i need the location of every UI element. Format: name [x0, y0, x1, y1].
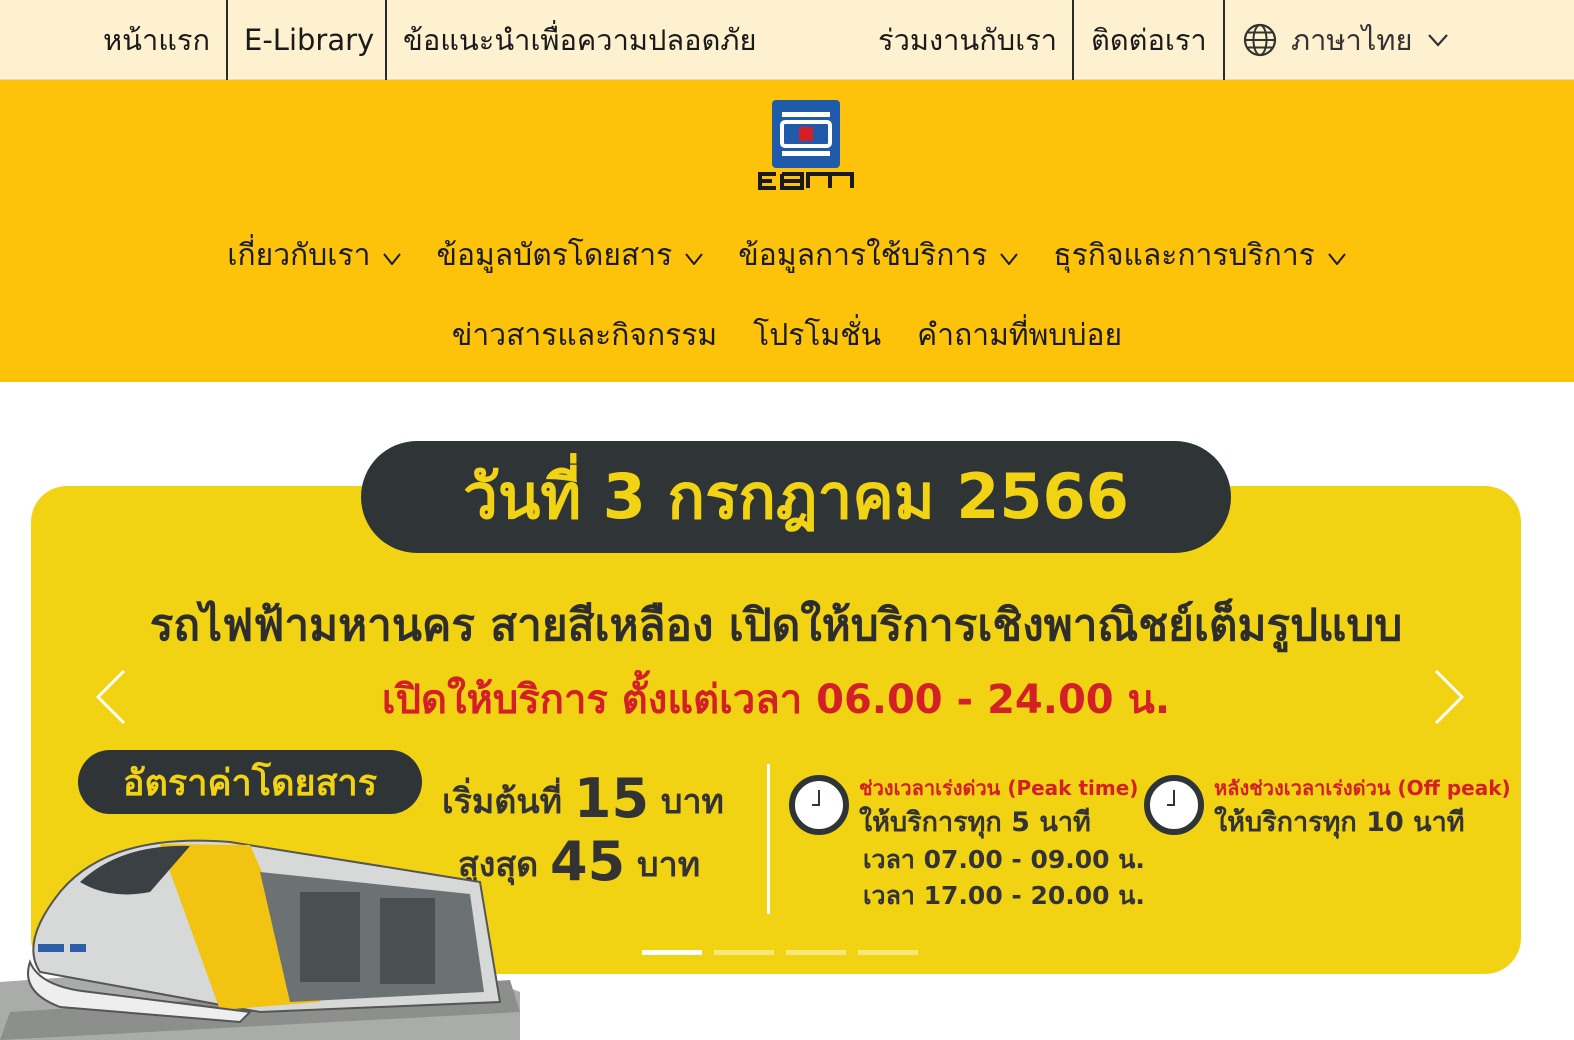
divider [226, 0, 228, 80]
nav-service-info-label: ข้อมูลการใช้บริการ [738, 238, 988, 273]
globe-icon [1243, 23, 1277, 57]
elibrary-link[interactable]: E-Library [244, 0, 374, 80]
contact-link[interactable]: ติดต่อเรา [1091, 0, 1207, 80]
nav-news[interactable]: ข่าวสารและกิจกรรม [452, 312, 717, 359]
nav-faq[interactable]: คำถามที่พบบ่อย [917, 312, 1122, 359]
main-nav-primary: เกี่ยวกับเรา ข้อมูลบัตรโดยสาร ข้อมูลการใ… [0, 232, 1574, 279]
nav-about[interactable]: เกี่ยวกับเรา [227, 232, 402, 279]
nav-fare-card-label: ข้อมูลบัตรโดยสาร [436, 238, 673, 273]
nav-business-label: ธุรกิจและการบริการ [1053, 238, 1315, 273]
fare-max-value: 45 [550, 830, 626, 893]
language-selector[interactable]: ภาษาไทย [1243, 0, 1449, 80]
fare-label: อัตราค่าโดยสาร [78, 750, 422, 814]
chevron-left-icon[interactable] [94, 668, 128, 726]
fare-start-value: 15 [573, 767, 650, 830]
train-illustration [0, 839, 520, 1040]
fare-currency: บาท [660, 782, 724, 822]
banner-date: วันที่ 3 กรกฎาคม 2566 [361, 441, 1231, 553]
nav-fare-card[interactable]: ข้อมูลบัตรโดยสาร [436, 232, 704, 279]
hero-carousel: วันที่ 3 กรกฎาคม 2566 รถไฟฟ้ามหานคร สายส… [0, 382, 1574, 1040]
peak-time-morning: เวลา 07.00 - 09.00 น. [863, 845, 1145, 874]
clock-icon [789, 775, 849, 835]
divider [767, 764, 770, 914]
chevron-down-icon [383, 252, 402, 265]
divider [385, 0, 387, 80]
safety-link[interactable]: ข้อแนะนำเพื่อความปลอดภัย [403, 0, 757, 80]
chevron-down-icon [1328, 252, 1346, 265]
nav-business[interactable]: ธุรกิจและการบริการ [1053, 232, 1346, 279]
language-label: ภาษาไทย [1291, 23, 1413, 57]
chevron-down-icon [685, 252, 704, 265]
offpeak-frequency: ให้บริการทุก 10 นาที [1214, 807, 1465, 838]
chevron-down-icon [1427, 34, 1448, 47]
main-nav-secondary: ข่าวสารและกิจกรรม โปรโมชั่น คำถามที่พบบ่… [0, 312, 1574, 359]
careers-link[interactable]: ร่วมงานกับเรา [878, 0, 1057, 80]
banner-hours: เปิดให้บริการ ตั้งแต่เวลา 06.00 - 24.00 … [381, 677, 1171, 723]
carousel-dot-3[interactable] [786, 950, 846, 955]
nav-service-info[interactable]: ข้อมูลการใช้บริการ [738, 232, 1019, 279]
chevron-down-icon [1000, 252, 1019, 265]
main-header: เกี่ยวกับเรา ข้อมูลบัตรโดยสาร ข้อมูลการใ… [0, 80, 1574, 382]
clock-icon [1144, 775, 1204, 835]
ebm-logo[interactable] [758, 98, 856, 190]
divider [1223, 0, 1225, 80]
peak-time-evening: เวลา 17.00 - 20.00 น. [863, 881, 1145, 910]
carousel-dot-1[interactable] [642, 950, 702, 955]
utility-bar: หน้าแรก E-Library ข้อแนะนำเพื่อความปลอดภ… [0, 0, 1574, 80]
chevron-right-icon[interactable] [1432, 668, 1466, 726]
nav-promotions[interactable]: โปรโมชั่น [753, 312, 881, 359]
fare-currency: บาท [637, 845, 701, 885]
divider [1072, 0, 1074, 80]
home-link[interactable]: หน้าแรก [103, 0, 210, 80]
banner-headline: รถไฟฟ้ามหานคร สายสีเหลือง เปิดให้บริการเ… [149, 600, 1403, 651]
carousel-dot-2[interactable] [714, 950, 774, 955]
carousel-indicators [642, 950, 918, 955]
nav-about-label: เกี่ยวกับเรา [227, 238, 371, 273]
peak-frequency: ให้บริการทุก 5 นาที [859, 807, 1091, 838]
carousel-dot-4[interactable] [858, 950, 918, 955]
